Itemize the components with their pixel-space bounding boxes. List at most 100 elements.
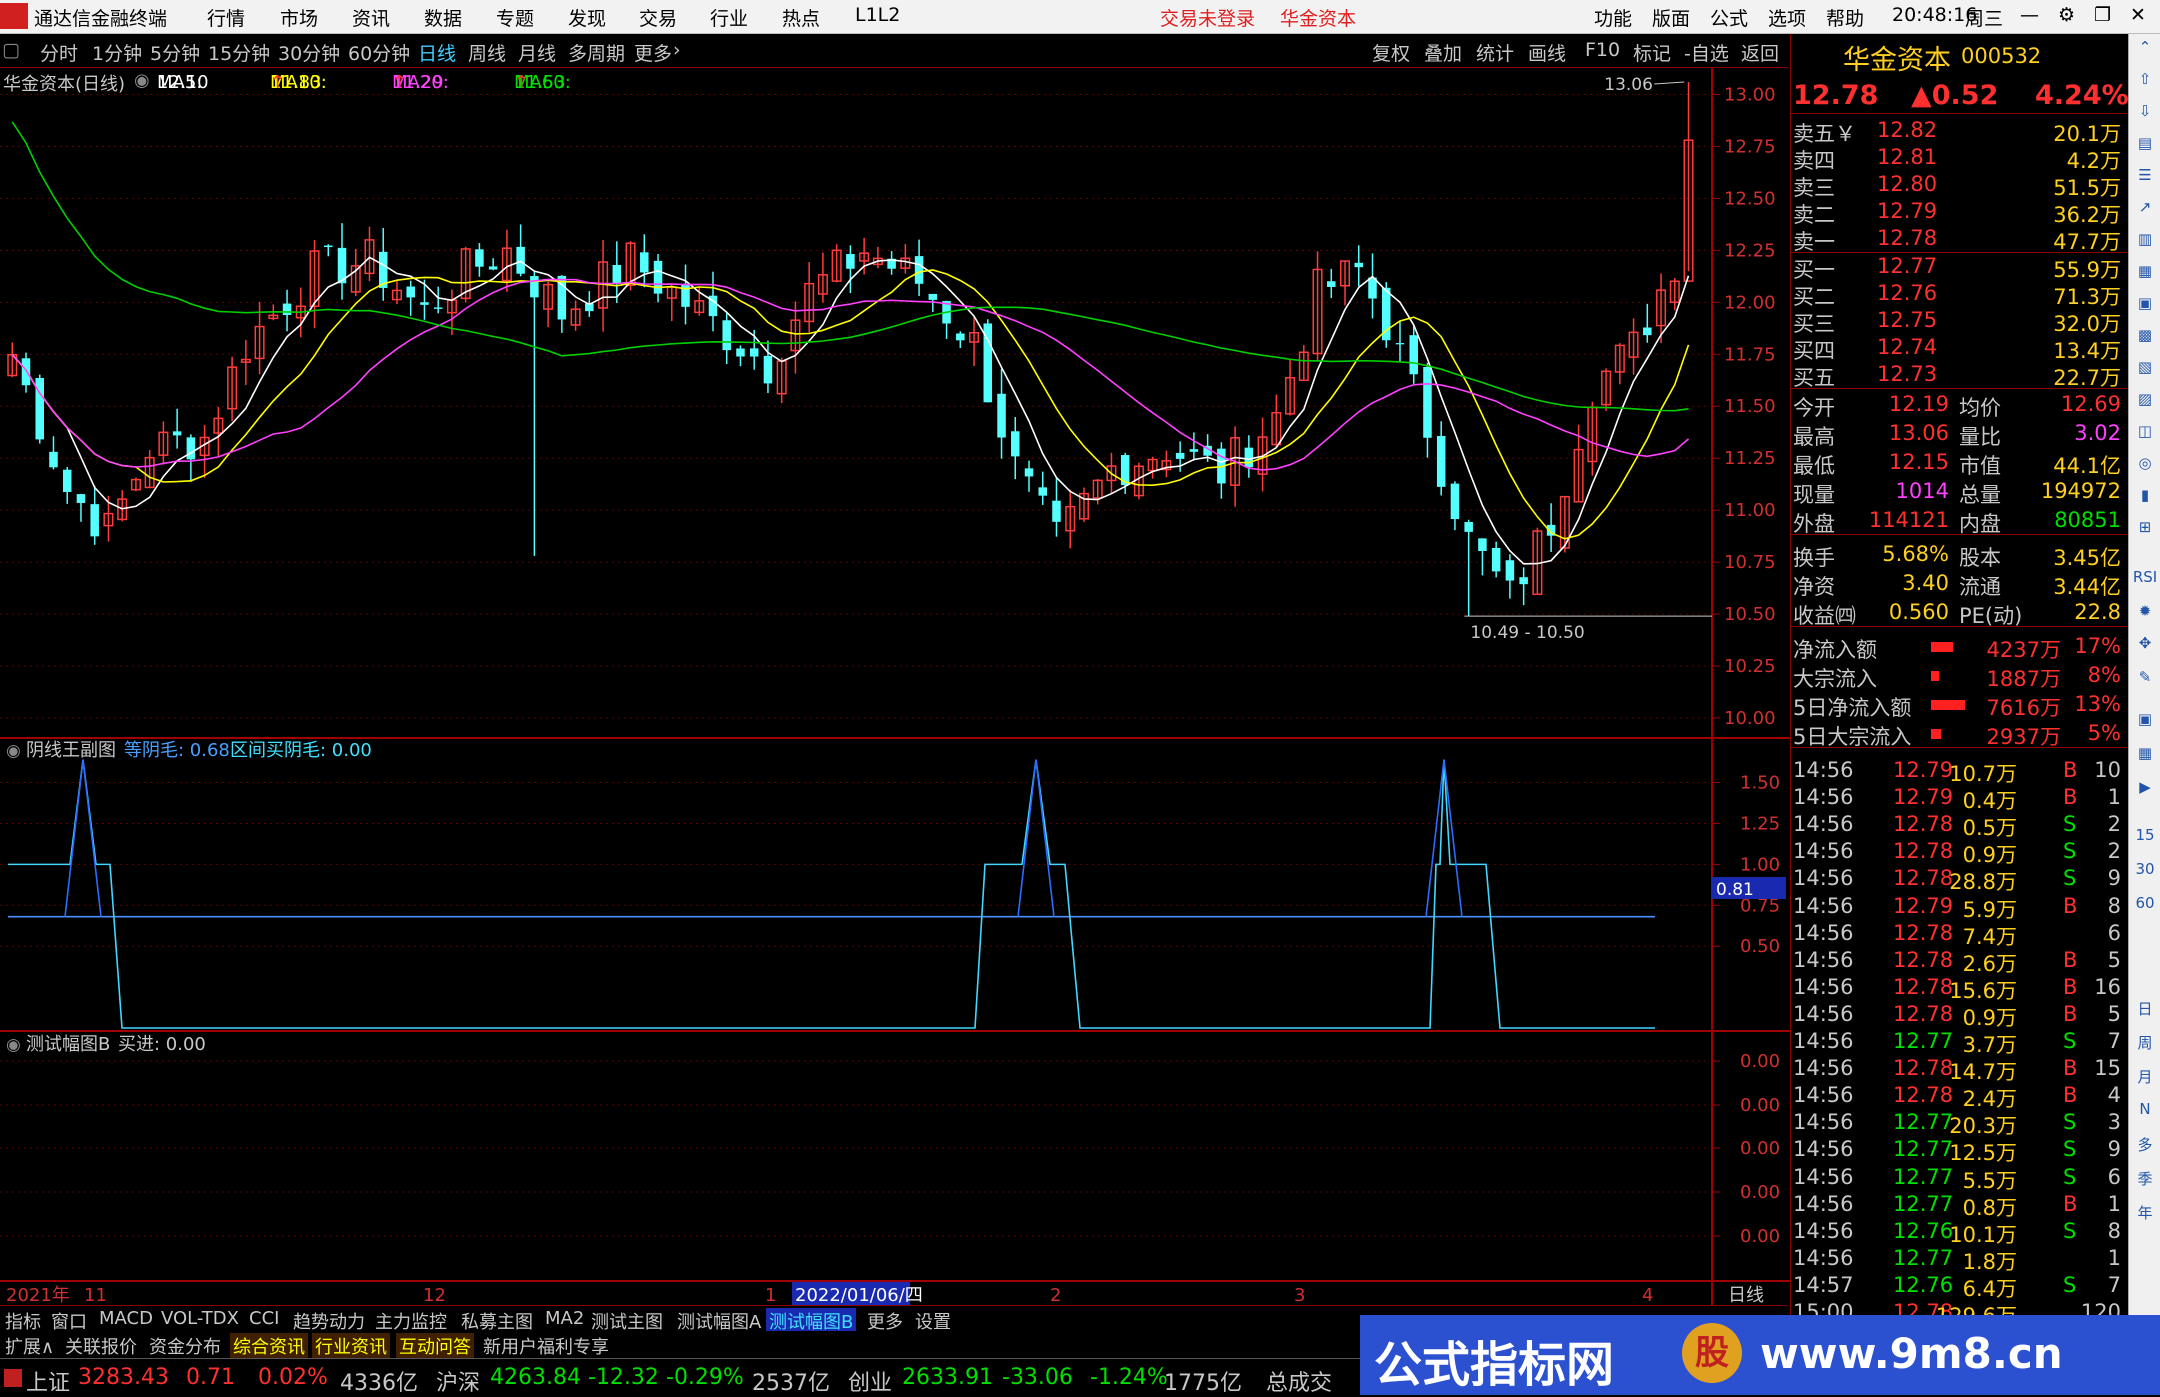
menu-layout[interactable]: 版面	[1652, 4, 1690, 31]
period-tab[interactable]: 5分钟	[150, 39, 200, 66]
close-icon[interactable]: ✕	[2130, 4, 2146, 26]
ring-icon[interactable]: ◎	[2131, 454, 2159, 472]
tool-button[interactable]: -自选	[1684, 39, 1729, 66]
menu-item-topic[interactable]: 专题	[496, 4, 534, 31]
menu-item-news[interactable]: 资讯	[352, 4, 390, 31]
news-icon[interactable]: ▦	[2131, 262, 2159, 280]
rtool-period[interactable]: 15	[2131, 826, 2159, 844]
period-tab[interactable]: 月线	[518, 39, 556, 66]
period-tab-more[interactable]: 更多	[634, 39, 672, 66]
rtool-period[interactable]: 月	[2131, 1066, 2159, 1087]
info-tab[interactable]: 行业资讯	[312, 1333, 390, 1359]
x-axis: 2021年 11 12 1 2022/01/06/四 2 3 4 日线	[6, 1282, 1764, 1305]
indicator-tab[interactable]: CCI	[246, 1308, 282, 1329]
f10-icon[interactable]: ▣	[2131, 294, 2159, 312]
kline-chart[interactable]: 13.0012.7512.5012.2512.0011.7511.5011.25…	[0, 68, 1790, 1305]
rtool-period[interactable]: N	[2131, 1100, 2159, 1118]
tick-count: 9	[2107, 866, 2121, 891]
tick-row: 14:56 12.77 3.7万 S 7	[1791, 1029, 2127, 1057]
info-tab[interactable]: 新用户福利专享	[480, 1333, 612, 1359]
rtool-period[interactable]: 30	[2131, 860, 2159, 878]
period-tab[interactable]: 60分钟	[348, 39, 410, 66]
settings-icon[interactable]: ⚙	[2058, 4, 2075, 26]
pen-icon[interactable]: ✎	[2131, 668, 2159, 686]
info-tab[interactable]: 互动问答	[396, 1333, 474, 1359]
sub2-label: 测试幅图B	[26, 1034, 110, 1055]
stat-value: 5.68%	[1882, 542, 1949, 566]
rtool-period[interactable]: 季	[2131, 1168, 2159, 1189]
info-tab[interactable]: 关联报价	[62, 1333, 140, 1359]
grid-icon[interactable]: ▩	[2131, 326, 2159, 344]
tool-button[interactable]: 复权	[1372, 39, 1410, 66]
arrow-down-icon[interactable]: ⇩	[2131, 102, 2159, 120]
tool-button[interactable]: F10	[1585, 39, 1620, 61]
flame-icon[interactable]: ✹	[2131, 602, 2159, 620]
split-icon[interactable]: ⊞	[2131, 518, 2159, 536]
f2-icon[interactable]: ▨	[2131, 390, 2159, 408]
candle-icon[interactable]: ▥	[2131, 230, 2159, 248]
rtool-rsi[interactable]: RSI	[2131, 568, 2159, 586]
tool-button[interactable]: 叠加	[1424, 39, 1462, 66]
bar-icon[interactable]: ▮	[2131, 486, 2159, 504]
grid2-icon[interactable]: ▦	[2131, 744, 2159, 762]
tool-button[interactable]: 返回	[1741, 39, 1779, 66]
restore-icon[interactable]: ❐	[2094, 4, 2111, 26]
tool-button[interactable]: 画线	[1528, 39, 1566, 66]
period-tab[interactable]: 30分钟	[278, 39, 340, 66]
play-icon[interactable]: ▶	[2131, 778, 2159, 796]
login-notice[interactable]: 交易未登录	[1160, 4, 1255, 31]
box-icon[interactable]: ◫	[2131, 422, 2159, 440]
stat-value: 1014	[1895, 479, 1949, 503]
period-tab-active[interactable]: 日线	[418, 39, 456, 66]
flow-label: 净流入额	[1793, 638, 1877, 662]
candle	[35, 374, 44, 444]
doc2-icon[interactable]: ▧	[2131, 358, 2159, 376]
rtool-period[interactable]: 日	[2131, 998, 2159, 1019]
stat-label: 收益㈣	[1793, 604, 1856, 628]
list-icon[interactable]: ☰	[2131, 166, 2159, 184]
bid-volume: 71.3万	[2053, 285, 2121, 309]
tool-button[interactable]: 统计	[1476, 39, 1514, 66]
rtool-period[interactable]: 周	[2131, 1032, 2159, 1053]
menu-item-industry[interactable]: 行业	[710, 4, 748, 31]
arrow-up-icon[interactable]: ⌃	[2131, 38, 2159, 56]
chart-icon[interactable]: ↗	[2131, 198, 2159, 216]
doc-icon[interactable]: ▤	[2131, 134, 2159, 152]
period-tab[interactable]: 分时	[40, 39, 78, 66]
menu-help[interactable]: 帮助	[1826, 4, 1864, 31]
menu-function[interactable]: 功能	[1594, 4, 1632, 31]
menu-item-markets[interactable]: 市场	[280, 4, 318, 31]
info-tab[interactable]: 综合资讯	[230, 1333, 308, 1359]
arrow-up-icon[interactable]: ⇧	[2131, 70, 2159, 88]
menu-item-trade[interactable]: 交易	[639, 4, 677, 31]
move-icon[interactable]: ✥	[2131, 634, 2159, 652]
collapse-icon[interactable]: ▢	[2, 39, 20, 61]
indicator-tab[interactable]: MACD	[96, 1308, 156, 1329]
tick-price: 12.78	[1893, 1001, 1954, 1026]
menu-item-market[interactable]: 行情	[207, 4, 245, 31]
period-tab[interactable]: 多周期	[568, 39, 625, 66]
stat-value: 22.8	[2074, 600, 2121, 624]
minimize-icon[interactable]: —	[2020, 4, 2039, 26]
info-tab[interactable]: 资金分布	[146, 1333, 224, 1359]
menu-formula[interactable]: 公式	[1710, 4, 1748, 31]
info-tab[interactable]: 扩展∧	[2, 1333, 57, 1359]
tool-button[interactable]: 标记	[1633, 39, 1671, 66]
indicator-tab[interactable]: VOL-TDX	[158, 1308, 242, 1329]
status-icon	[4, 1369, 22, 1387]
stat-label: 最高	[1793, 425, 1835, 449]
rtool-period[interactable]: 年	[2131, 1202, 2159, 1223]
menu-item-discover[interactable]: 发现	[568, 4, 606, 31]
period-tab[interactable]: 周线	[468, 39, 506, 66]
menu-options[interactable]: 选项	[1768, 4, 1806, 31]
rtool-period[interactable]: 多	[2131, 1134, 2159, 1155]
indicator-tab[interactable]: MA2	[542, 1308, 587, 1329]
menu-item-hot[interactable]: 热点	[782, 4, 820, 31]
menu-item-data[interactable]: 数据	[424, 4, 462, 31]
rtool-period[interactable]: 60	[2131, 894, 2159, 912]
fs-icon[interactable]: ▣	[2131, 710, 2159, 728]
period-tab[interactable]: 1分钟	[92, 39, 142, 66]
chevron-right-icon[interactable]: ›	[673, 39, 681, 61]
menu-item-l1l2[interactable]: L1L2	[855, 4, 900, 26]
period-tab[interactable]: 15分钟	[208, 39, 270, 66]
